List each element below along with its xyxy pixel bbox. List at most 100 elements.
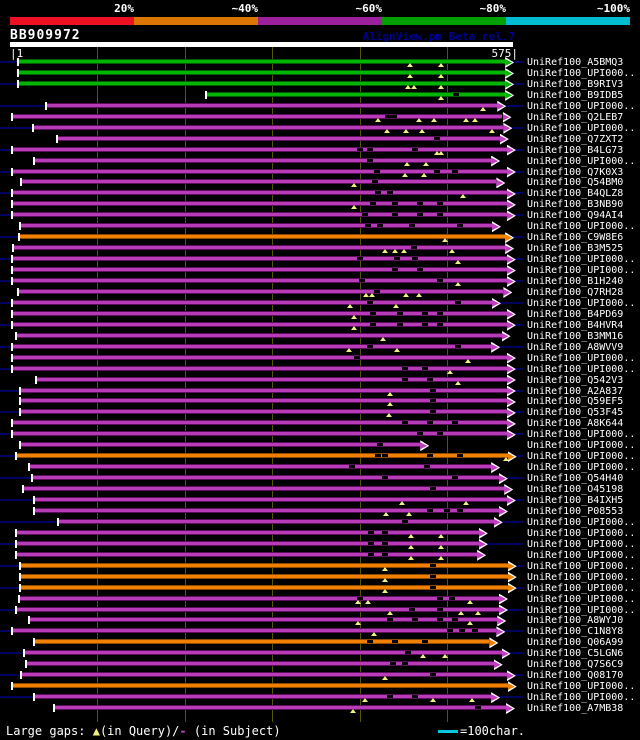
subject-gap-dash [409, 224, 416, 228]
subject-gap-dash [452, 421, 459, 425]
alignment-bar[interactable] [206, 91, 506, 97]
subject-gap-dash [382, 476, 389, 480]
gap-in-query-symbol: ▲ [92, 724, 100, 738]
subject-gap-dash [429, 487, 436, 491]
alignment-bar[interactable] [32, 475, 499, 481]
identity-scale-tick-label: ~40% [231, 2, 259, 15]
alignment-bar[interactable] [12, 365, 507, 371]
alignment-bar[interactable] [12, 299, 492, 305]
query-gap-triangle-icon [382, 249, 389, 254]
alignment-row: UniRef100_Q542V3 [0, 374, 640, 386]
subject-label: UniRef100_UPI000.. [527, 549, 636, 561]
alignment-bar[interactable] [12, 278, 507, 283]
alignment-bar[interactable] [21, 442, 421, 448]
alignment-row: UniRef100_UPI000.. [0, 527, 640, 539]
alignment-bar[interactable] [24, 650, 502, 656]
subject-gap-dash [429, 673, 436, 677]
alignment-bar[interactable] [12, 146, 507, 152]
subject-gap-dash [421, 322, 428, 326]
alignment-row: UniRef100_UPI000.. [0, 451, 640, 463]
alignment-bar[interactable] [12, 113, 503, 119]
query-gap-triangle-icon [416, 117, 423, 122]
alignment-bar[interactable] [16, 453, 508, 459]
alignment-bar[interactable] [12, 321, 507, 327]
query-gap-triangle-icon [454, 380, 461, 385]
subject-label: UniRef100_UPI000.. [527, 440, 636, 452]
query-accession: BB909972 [10, 28, 81, 43]
alignment-bar[interactable] [26, 661, 494, 667]
subject-label: UniRef100_UPI000.. [527, 692, 636, 704]
subject-gap-dash [356, 147, 363, 151]
footer-legend: Large gaps: ▲(in Query)/- (in Subject) =… [6, 724, 640, 738]
alignment-bar[interactable] [33, 124, 504, 130]
alignment-bar[interactable] [12, 267, 507, 273]
alignment-bar[interactable] [12, 168, 507, 174]
alignment-bar[interactable] [18, 80, 506, 86]
alignment-bar[interactable] [12, 683, 508, 689]
alignment-overview-panel: 20% ~40% ~60% ~80% ~100% BB909972 AlignView.… [0, 0, 640, 740]
alignment-bar[interactable] [12, 256, 507, 262]
alignment-bar[interactable] [30, 617, 498, 623]
query-gap-triangle-icon [407, 544, 414, 549]
query-gap-triangle-icon [438, 150, 445, 155]
subject-gap-dash [384, 114, 391, 118]
alignment-row: UniRef100_Q7S6C9 [0, 659, 640, 671]
alignment-bar[interactable] [12, 212, 507, 218]
subject-gap-dash [368, 530, 375, 534]
alignment-bar[interactable] [16, 332, 502, 338]
alignment-bar[interactable] [19, 595, 499, 601]
alignment-bar[interactable] [14, 245, 506, 251]
alignment-bar[interactable] [58, 518, 494, 524]
alignment-row: UniRef100_Q2LEB7 [0, 111, 640, 123]
alignment-bar[interactable] [12, 190, 507, 196]
query-gap-triangle-icon [460, 194, 467, 199]
alignment-bar[interactable] [12, 310, 507, 316]
alignment-bar[interactable] [35, 694, 492, 700]
alignment-bar[interactable] [12, 201, 507, 207]
alignment-bar[interactable] [21, 223, 492, 229]
alignment-row: UniRef100_B9RIV3 [0, 78, 640, 90]
alignment-row: UniRef100_UPI000.. [0, 582, 640, 594]
alignment-bar[interactable] [18, 69, 506, 75]
alignment-bar[interactable] [19, 234, 506, 240]
query-gap-triangle-icon [419, 128, 426, 133]
query-gap-triangle-icon [383, 511, 390, 516]
subject-gap-dash [475, 706, 481, 710]
query-gap-triangle-icon [454, 260, 461, 265]
alignment-bar[interactable] [46, 102, 498, 108]
alignment-bar[interactable] [30, 464, 492, 470]
alignment-bar[interactable] [12, 354, 507, 360]
query-gap-triangle-icon [404, 161, 411, 166]
alignment-bar[interactable] [12, 343, 492, 349]
subject-label: UniRef100_B3NB90 [527, 199, 624, 211]
subject-gap-dash [402, 366, 409, 370]
gap-in-subject-symbol: - [179, 724, 187, 738]
query-gap-triangle-icon [393, 347, 400, 352]
alignment-bar[interactable] [12, 431, 507, 437]
alignment-row: UniRef100_Q7RH28 [0, 286, 640, 298]
alignment-bar[interactable] [35, 497, 507, 502]
alignment-bar[interactable] [37, 376, 507, 382]
alignment-bar[interactable] [18, 59, 506, 64]
identity-scale-segment [134, 17, 258, 25]
subject-gap-dash [358, 279, 365, 282]
subject-gap-dash [391, 640, 398, 644]
alignment-bar[interactable] [22, 179, 497, 185]
query-gap-triangle-icon [447, 369, 454, 374]
subject-label: UniRef100_C1N8Y8 [527, 626, 624, 638]
alignment-row: UniRef100_B1H240 [0, 276, 640, 287]
subject-label: UniRef100_UPI000.. [527, 254, 636, 266]
alignment-bar[interactable] [18, 288, 504, 294]
subject-gap-dash [405, 651, 412, 655]
subject-gap-dash [362, 213, 369, 217]
alignment-row: UniRef100_Q59EF5 [0, 396, 640, 408]
subject-gap-dash [367, 344, 374, 348]
alignment-bar[interactable] [54, 705, 506, 711]
subject-gap-dash [393, 257, 400, 261]
subject-gap-dash [429, 388, 436, 392]
alignment-bar[interactable] [16, 606, 499, 612]
alignment-bar[interactable] [12, 628, 497, 634]
alignment-row: UniRef100_UPI000.. [0, 363, 640, 375]
subject-label: UniRef100_Q94AI4 [527, 210, 624, 222]
alignment-row: UniRef100_UPI000.. [0, 297, 640, 309]
